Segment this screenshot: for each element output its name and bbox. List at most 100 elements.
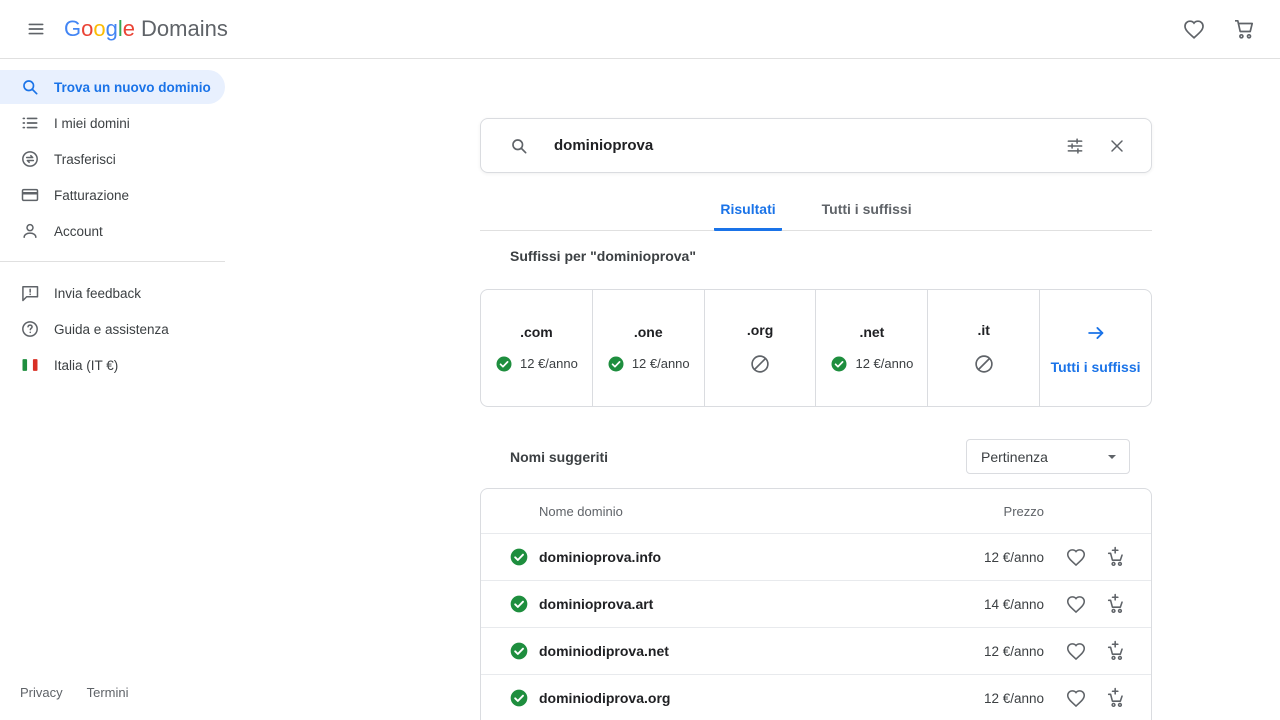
available-check-icon <box>509 547 529 567</box>
sidebar-item-send-feedback[interactable]: Invia feedback <box>0 276 225 310</box>
table-header-row: Nome dominio Prezzo <box>481 489 1151 533</box>
app-header: Google Domains <box>0 0 1280 59</box>
available-check-icon <box>607 355 625 373</box>
transfer-icon <box>20 149 40 169</box>
domain-search-input[interactable] <box>554 137 1043 154</box>
list-icon <box>20 113 40 133</box>
credit-card-icon <box>20 185 40 205</box>
logo-letter: o <box>93 16 105 42</box>
domain-price: 12 €/anno <box>954 550 1044 565</box>
sidebar-item-transfer[interactable]: Trasferisci <box>0 142 225 176</box>
check-column-spacer <box>509 501 529 521</box>
domain-name: dominioprova.art <box>539 596 954 612</box>
sort-by-dropdown[interactable]: Pertinenza <box>966 439 1130 474</box>
sidebar-item-label: I miei domini <box>54 116 130 131</box>
sidebar-item-label: Account <box>54 224 103 239</box>
sidebar-item-help[interactable]: Guida e assistenza <box>0 312 225 346</box>
tld-name: .it <box>978 322 990 338</box>
sidebar-item-locale[interactable]: Italia (IT €) <box>0 348 225 382</box>
filter-tune-icon[interactable] <box>1065 136 1085 156</box>
search-icon <box>20 77 40 97</box>
table-row[interactable]: dominioprova.art 14 €/anno <box>481 580 1151 627</box>
sidebar-divider <box>0 261 225 262</box>
tab-all-suffixes[interactable]: Tutti i suffissi <box>816 195 918 231</box>
favorite-heart-icon[interactable] <box>1065 687 1087 709</box>
suggested-domains-table: Nome dominio Prezzo dominioprova.info 12… <box>480 488 1152 720</box>
logo-letter: e <box>123 16 135 42</box>
person-icon <box>20 221 40 241</box>
domain-name: dominiodiprova.org <box>539 690 954 706</box>
domain-name: dominioprova.info <box>539 549 954 565</box>
tld-card-org[interactable]: .org <box>705 290 817 406</box>
feedback-icon <box>20 283 40 303</box>
table-row[interactable]: dominiodiprova.org 12 €/anno <box>481 674 1151 720</box>
help-icon <box>20 319 40 339</box>
add-to-cart-icon[interactable] <box>1105 546 1127 568</box>
add-to-cart-icon[interactable] <box>1105 640 1127 662</box>
table-row[interactable]: dominioprova.info 12 €/anno <box>481 533 1151 580</box>
terms-link[interactable]: Termini <box>87 685 129 700</box>
tld-card-net[interactable]: .net 12 €/anno <box>816 290 928 406</box>
tld-card-row: .com 12 €/anno .one 12 €/anno <box>480 289 1152 407</box>
add-to-cart-icon[interactable] <box>1105 687 1127 709</box>
domain-price: 14 €/anno <box>954 597 1044 612</box>
tld-name: .one <box>634 324 663 340</box>
sidebar-item-label: Trasferisci <box>54 152 116 167</box>
tld-card-it[interactable]: .it <box>928 290 1040 406</box>
tab-results[interactable]: Risultati <box>714 195 781 231</box>
arrow-right-icon <box>1085 322 1107 344</box>
cart-icon[interactable] <box>1232 17 1256 41</box>
domain-search-box <box>480 118 1152 173</box>
tld-name: .org <box>747 322 773 338</box>
domain-price: 12 €/anno <box>954 691 1044 706</box>
suffixes-section-title: Suffissi per "dominioprova" <box>510 248 1152 264</box>
available-check-icon <box>495 355 513 373</box>
sort-by-value: Pertinenza <box>981 449 1048 465</box>
menu-icon[interactable] <box>16 9 56 49</box>
main-content: Risultati Tutti i suffissi Suffissi per … <box>225 59 1280 720</box>
sidebar-item-label: Trova un nuovo dominio <box>54 80 211 95</box>
domain-name: dominiodiprova.net <box>539 643 954 659</box>
tld-card-one[interactable]: .one 12 €/anno <box>593 290 705 406</box>
available-check-icon <box>830 355 848 373</box>
sidebar-item-my-domains[interactable]: I miei domini <box>0 106 225 140</box>
column-header-price: Prezzo <box>954 504 1044 519</box>
sidebar-item-label: Guida e assistenza <box>54 322 169 337</box>
unavailable-icon <box>749 353 771 375</box>
all-suffixes-card[interactable]: Tutti i suffissi <box>1040 290 1151 406</box>
favorites-heart-icon[interactable] <box>1182 17 1206 41</box>
sidebar-item-account[interactable]: Account <box>0 214 225 248</box>
unavailable-icon <box>973 353 995 375</box>
results-tab-bar: Risultati Tutti i suffissi <box>480 195 1152 231</box>
chevron-down-icon <box>1107 452 1117 462</box>
clear-search-icon[interactable] <box>1107 136 1127 156</box>
column-header-domain: Nome dominio <box>539 504 954 519</box>
tld-price: 12 €/anno <box>520 356 578 371</box>
add-to-cart-icon[interactable] <box>1105 593 1127 615</box>
tld-price: 12 €/anno <box>632 356 690 371</box>
favorite-heart-icon[interactable] <box>1065 640 1087 662</box>
logo-letter: o <box>81 16 93 42</box>
privacy-link[interactable]: Privacy <box>20 685 63 700</box>
domain-price: 12 €/anno <box>954 644 1044 659</box>
sidebar-item-label: Italia (IT €) <box>54 358 118 373</box>
table-row[interactable]: dominiodiprova.net 12 €/anno <box>481 627 1151 674</box>
tld-name: .net <box>859 324 884 340</box>
logo-letter: G <box>64 16 81 42</box>
available-check-icon <box>509 688 529 708</box>
tld-price: 12 €/anno <box>855 356 913 371</box>
logo-letter: g <box>106 16 118 42</box>
favorite-heart-icon[interactable] <box>1065 593 1087 615</box>
search-icon <box>509 136 529 156</box>
logo-product-name: Domains <box>141 16 228 42</box>
favorite-heart-icon[interactable] <box>1065 546 1087 568</box>
all-suffixes-link: Tutti i suffissi <box>1051 359 1141 375</box>
available-check-icon <box>509 641 529 661</box>
tld-card-com[interactable]: .com 12 €/anno <box>481 290 593 406</box>
tld-name: .com <box>520 324 553 340</box>
google-domains-logo[interactable]: Google Domains <box>64 16 228 42</box>
sidebar-item-billing[interactable]: Fatturazione <box>0 178 225 212</box>
sidebar-item-label: Invia feedback <box>54 286 141 301</box>
available-check-icon <box>509 594 529 614</box>
sidebar-item-find-domain[interactable]: Trova un nuovo dominio <box>0 70 225 104</box>
